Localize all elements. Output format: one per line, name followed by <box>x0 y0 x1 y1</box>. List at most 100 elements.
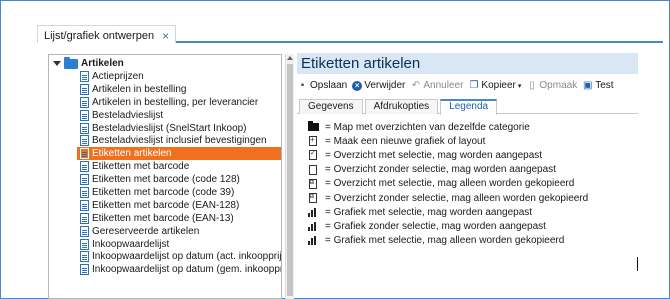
report-document-icon <box>80 212 89 224</box>
window-frame: Lijst/grafiek ontwerpen × Artikelen Acti… <box>0 0 670 299</box>
tree-item[interactable]: Artikelen in bestelling, per leverancier <box>67 96 281 109</box>
toolbar: ▪ Opslaan × Verwijder ↶ Annuleer ❐ Kopie… <box>297 78 614 93</box>
legend-text: = Overzicht zonder selectie, mag worden … <box>325 164 556 176</box>
document-edit-icon <box>307 149 319 161</box>
report-document-icon <box>80 251 89 263</box>
undo-button[interactable]: ↶ Annuleer <box>410 80 464 91</box>
legend-row: = Grafiek met selectie, mag alleen worde… <box>307 234 637 248</box>
tree-item[interactable]: Etiketten artikelen <box>77 147 281 161</box>
new-document-icon <box>307 135 319 147</box>
tab-legenda[interactable]: Legenda <box>440 99 498 115</box>
tree-item-label: Etiketten artikelen <box>92 148 172 160</box>
chart-icon <box>307 221 319 231</box>
save-button[interactable]: ▪ Opslaan <box>297 79 348 91</box>
tree-item-label: Etiketten met barcode <box>92 161 190 173</box>
chevron-down-icon[interactable]: ▾ <box>518 82 522 90</box>
delete-button[interactable]: × Verwijder <box>352 80 405 91</box>
tree-item[interactable]: Inkoopwaardelijst op datum (gem. inkoopp… <box>67 263 281 276</box>
tree-item[interactable]: Inkoopwaardelijst op datum (act. inkoopp… <box>67 250 281 263</box>
collapse-triangle-icon[interactable] <box>53 61 61 66</box>
copy-label: Kopieer <box>481 80 516 91</box>
report-document-icon <box>80 174 89 186</box>
legend-text: = Overzicht zonder selectie, mag alleen … <box>325 192 589 204</box>
chart-edit-icon <box>307 207 319 217</box>
format-label: Opmaak <box>539 80 578 91</box>
document-icon <box>307 164 319 175</box>
tree-item[interactable]: Etiketten met barcode (EAN-13) <box>67 212 281 225</box>
tree-item-label: Besteladvieslijst <box>92 109 164 121</box>
tree-item-label: Inkoopwaardelijst <box>92 238 170 250</box>
undo-label: Annuleer <box>423 80 464 91</box>
report-document-icon <box>80 122 89 134</box>
delete-label: Verwijder <box>364 80 406 91</box>
folder-open-icon <box>64 56 78 69</box>
test-button[interactable]: ▣ Test <box>582 80 614 91</box>
legend-row: = Overzicht zonder selectie, mag worden … <box>307 163 637 177</box>
tree-root-label: Artikelen <box>81 58 124 69</box>
tree-item[interactable]: Besteladvieslijst <box>67 109 281 122</box>
tab-afdrukopties[interactable]: Afdrukopties <box>364 99 439 114</box>
legend-row: = Grafiek zonder selectie, mag worden aa… <box>307 219 637 233</box>
copy-icon: ❐ <box>469 79 479 91</box>
tab-gegevens[interactable]: Gegevens <box>299 99 363 114</box>
test-label: Test <box>595 80 614 91</box>
delete-icon: × <box>352 80 363 91</box>
save-icon: ▪ <box>300 79 305 91</box>
tree-item-label: Etiketten met barcode (EAN-128) <box>92 199 240 211</box>
tree-item-list: Actieprijzen Artikelen in bestelling Artik… <box>67 70 281 276</box>
tree-item[interactable]: Etiketten met barcode (code 39) <box>67 186 281 199</box>
tree-item-label: Actieprijzen <box>92 70 144 82</box>
tree-item[interactable]: Etiketten met barcode (EAN-128) <box>67 199 281 212</box>
legend-row: = Grafiek met selectie, mag worden aange… <box>307 205 637 219</box>
report-document-icon <box>80 70 89 82</box>
folder-icon <box>307 121 319 132</box>
report-document-icon <box>80 264 89 276</box>
tree-item-label: Etiketten met barcode (code 128) <box>92 174 240 186</box>
legend-row: = Overzicht met selectie, mag worden aan… <box>307 148 637 162</box>
tree-scrollbar[interactable] <box>285 54 294 299</box>
close-icon[interactable]: × <box>162 30 169 42</box>
legend-row: = Maak een nieuwe grafiek of layout <box>307 134 637 148</box>
report-document-icon <box>80 186 89 198</box>
legend-text: = Grafiek met selectie, mag alleen worde… <box>325 235 565 247</box>
legend-row: = Map met overzichten van dezelfde categ… <box>307 120 637 134</box>
tree-item-label: Artikelen in bestelling <box>92 83 187 95</box>
save-label: Opslaan <box>310 80 348 91</box>
document-copy-icon <box>307 193 319 204</box>
report-document-icon <box>80 161 89 173</box>
tree-item-label: Besteladvieslijst (SnelStart Inkoop) <box>92 122 247 134</box>
tree-root-artikelen[interactable]: Artikelen <box>53 56 124 70</box>
tree-item[interactable]: Etiketten met barcode (code 128) <box>67 173 281 186</box>
report-document-icon <box>80 83 89 95</box>
scroll-up-arrow-icon[interactable] <box>287 56 293 60</box>
tree-item[interactable]: Besteladvieslijst (SnelStart Inkoop) <box>67 122 281 135</box>
report-document-icon <box>80 199 89 211</box>
tree-item[interactable]: Gereserveerde artikelen <box>67 225 281 238</box>
tree-item[interactable]: Inkoopwaardelijst <box>67 238 281 251</box>
document-tab-bar: Lijst/grafiek ontwerpen × <box>37 25 663 43</box>
format-icon: ▯ <box>529 79 535 91</box>
document-copy-icon <box>307 178 319 189</box>
scroll-thumb[interactable] <box>287 64 293 296</box>
text-cursor <box>637 257 638 271</box>
tree-item-label: Gereserveerde artikelen <box>92 225 200 237</box>
report-document-icon <box>80 135 89 147</box>
report-document-icon <box>80 238 89 250</box>
report-document-icon <box>80 148 89 160</box>
tree-item-label: Inkoopwaardelijst op datum (gem. inkoopp… <box>92 264 282 276</box>
tree-item[interactable]: Etiketten met barcode <box>67 160 281 173</box>
legend-list: = Map met overzichten van dezelfde categ… <box>307 120 637 248</box>
tree-item[interactable]: Artikelen in bestelling <box>67 83 281 96</box>
copy-button[interactable]: ❐ Kopieer ▾ <box>468 80 521 91</box>
tab-lijst-grafiek-ontwerpen[interactable]: Lijst/grafiek ontwerpen × <box>37 25 177 43</box>
report-tree: Artikelen Actieprijzen Artikelen in beste… <box>48 54 282 299</box>
report-document-icon <box>80 96 89 108</box>
format-button[interactable]: ▯ Opmaak <box>526 80 577 91</box>
tree-item[interactable]: Besteladvieslijst inclusief bevestiginge… <box>67 134 281 147</box>
legend-text: = Grafiek met selectie, mag worden aange… <box>325 206 533 218</box>
tree-item-label: Etiketten met barcode (EAN-13) <box>92 212 234 224</box>
tree-item[interactable]: Actieprijzen <box>67 70 281 83</box>
legend-text: = Map met overzichten van dezelfde categ… <box>325 121 530 133</box>
detail-tabs: Gegevens Afdrukopties Legenda <box>297 99 638 115</box>
report-document-icon <box>80 109 89 121</box>
